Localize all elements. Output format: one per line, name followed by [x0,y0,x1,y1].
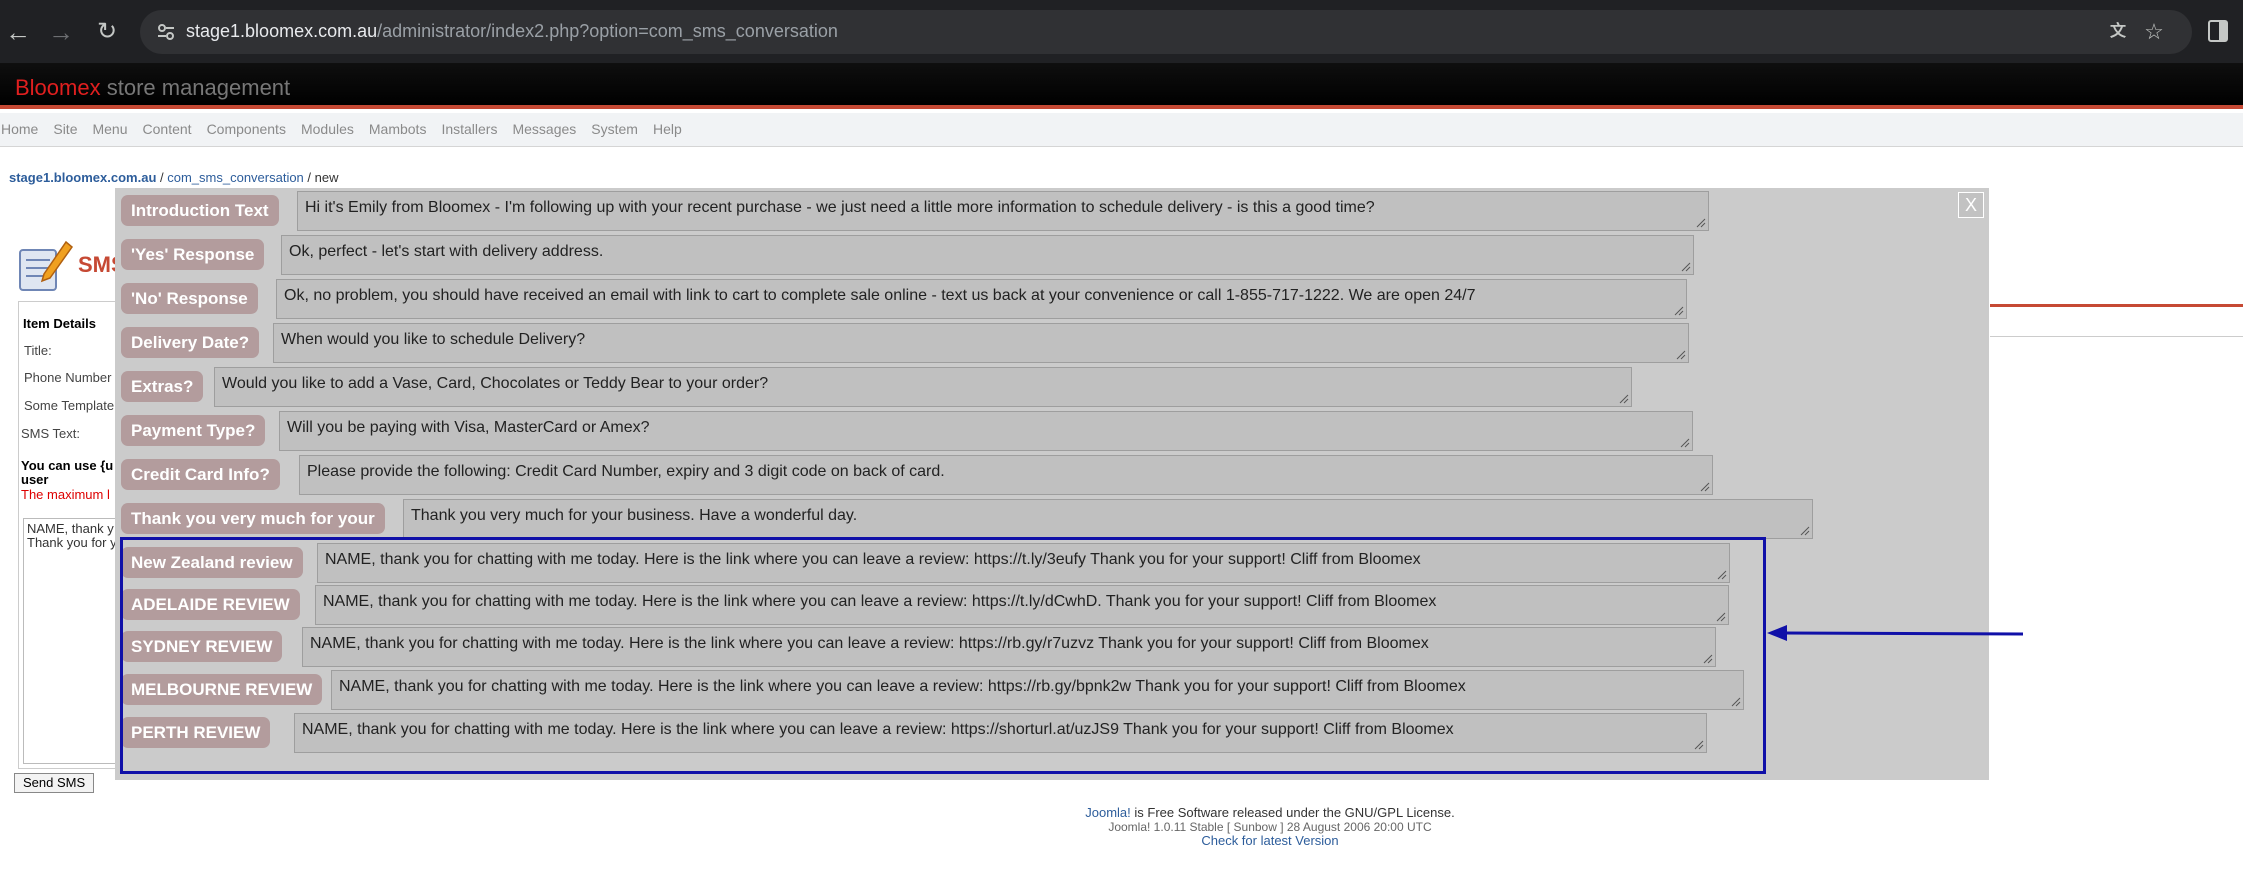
resize-grip-icon[interactable] [1676,350,1686,360]
template-label-button[interactable]: Introduction Text [121,195,279,226]
menu-item-mambots[interactable]: Mambots [369,113,427,137]
header-divider [1990,304,2243,307]
sms-text-label: SMS Text: [21,426,81,441]
resize-grip-icon[interactable] [1694,740,1704,750]
template-text-field[interactable]: NAME, thank you for chatting with me tod… [331,670,1744,710]
annotation-arrow-icon [1767,625,2024,641]
breadcrumb-component-link[interactable]: com_sms_conversation [167,170,304,185]
template-text-field[interactable]: Ok, no problem, you should have received… [276,279,1687,319]
url-text[interactable]: stage1.bloomex.com.au/administrator/inde… [186,21,838,42]
translate-icon[interactable]: 文 [2106,20,2130,44]
resize-grip-icon[interactable] [1680,438,1690,448]
joomla-link[interactable]: Joomla! [1085,805,1131,820]
brand-logo: Bloomex store management [15,75,291,100]
template-label-button[interactable]: ADELAIDE REVIEW [121,589,300,620]
menu-item-components[interactable]: Components [207,113,286,137]
template-label-button[interactable]: Payment Type? [121,415,266,446]
template-text-field[interactable]: Please provide the following: Credit Car… [299,455,1713,495]
resize-grip-icon[interactable] [1717,570,1727,580]
site-settings-icon[interactable] [156,22,176,42]
template-label-button[interactable]: MELBOURNE REVIEW [121,674,323,705]
template-text-field[interactable]: Will you be paying with Visa, MasterCard… [279,411,1693,451]
menu-item-content[interactable]: Content [143,113,192,137]
breadcrumb-current: / new [303,170,339,185]
resize-grip-icon[interactable] [1716,612,1726,622]
breadcrumb-home-link[interactable]: stage1.bloomex.com.au [9,170,156,185]
template-text-field[interactable]: NAME, thank you for chatting with me tod… [315,585,1729,625]
template-label-button[interactable]: 'No' Response [121,283,258,314]
resize-grip-icon[interactable] [1681,262,1691,272]
address-bar[interactable]: stage1.bloomex.com.au/administrator/inde… [140,10,2192,54]
template-label-button[interactable]: SYDNEY REVIEW [121,631,283,662]
send-sms-button[interactable]: Send SMS [14,773,95,793]
menu-item-messages[interactable]: Messages [512,113,576,137]
breadcrumb: stage1.bloomex.com.au / com_sms_conversa… [9,170,339,185]
back-icon[interactable]: ← [0,14,36,50]
menu-item-system[interactable]: System [591,113,638,137]
template-label-button[interactable]: Extras? [121,371,204,402]
admin-menu-bar: Home Site Menu Content Components Modules Mamb… [0,113,2243,147]
table-divider [1990,336,2243,337]
template-text-field[interactable]: When would you like to schedule Delivery… [273,323,1689,363]
template-text-field[interactable]: Would you like to add a Vase, Card, Choc… [214,367,1632,407]
menu-item-home[interactable]: Home [1,113,38,137]
template-label-button[interactable]: Delivery Date? [121,327,260,358]
phone-label: Phone Number [24,370,112,385]
item-details-heading: Item Details [23,316,96,331]
menu-item-help[interactable]: Help [653,113,682,137]
resize-grip-icon[interactable] [1674,306,1684,316]
browser-toolbar: ← → ↻ stage1.bloomex.com.au/administrato… [0,0,2243,63]
resize-grip-icon[interactable] [1700,482,1710,492]
template-label-button[interactable]: PERTH REVIEW [121,717,271,748]
menu-item-modules[interactable]: Modules [301,113,354,137]
resize-grip-icon[interactable] [1800,526,1810,536]
forward-icon[interactable]: → [43,14,79,50]
template-label-button[interactable]: New Zealand review [121,547,303,578]
footer: Joomla! is Free Software released under … [0,806,2243,848]
side-panel-icon[interactable] [2206,18,2230,44]
template-text-field[interactable]: NAME, thank you for chatting with me tod… [317,543,1730,583]
template-label: Some Template [24,398,115,413]
menu-item-site[interactable]: Site [53,113,77,137]
template-label-button[interactable]: 'Yes' Response [121,239,265,270]
template-text-field[interactable]: Ok, perfect - let's start with delivery … [281,235,1694,275]
template-text-field[interactable]: Hi it's Emily from Bloomex - I'm followi… [297,191,1709,231]
reload-icon[interactable]: ↻ [89,14,125,50]
variable-hint: You can use {u user [21,458,114,487]
sms-text-field[interactable]: NAME, thank y Thank you for y [23,518,119,764]
sms-form: Item Details Title: Phone Number Some Te… [18,301,119,769]
max-length-hint: The maximum l [21,487,110,502]
sms-edit-icon [19,240,74,291]
template-text-field[interactable]: Thank you very much for your business. H… [403,499,1813,539]
bookmark-star-icon[interactable]: ☆ [2142,20,2166,44]
close-modal-button[interactable]: X [1958,192,1984,218]
template-text-field[interactable]: NAME, thank you for chatting with me tod… [294,713,1707,753]
resize-grip-icon[interactable] [1731,697,1741,707]
check-version-link[interactable]: Check for latest Version [0,834,2243,848]
template-label-button[interactable]: Credit Card Info? [121,459,280,490]
resize-grip-icon[interactable] [1703,654,1713,664]
resize-grip-icon[interactable] [1619,394,1629,404]
template-text-field[interactable]: NAME, thank you for chatting with me tod… [302,627,1716,667]
template-picker-modal: X Introduction Text Hi it's Emily from B… [115,188,1989,780]
menu-item-menu[interactable]: Menu [92,113,127,137]
resize-grip-icon[interactable] [1696,218,1706,228]
title-label: Title: [24,343,52,358]
admin-header: Bloomex store management [0,63,2243,109]
menu-item-installers[interactable]: Installers [441,113,497,137]
template-label-button[interactable]: Thank you very much for your [121,503,385,534]
version-text: Joomla! 1.0.11 Stable [ Sunbow ] 28 Augu… [1108,820,1432,834]
